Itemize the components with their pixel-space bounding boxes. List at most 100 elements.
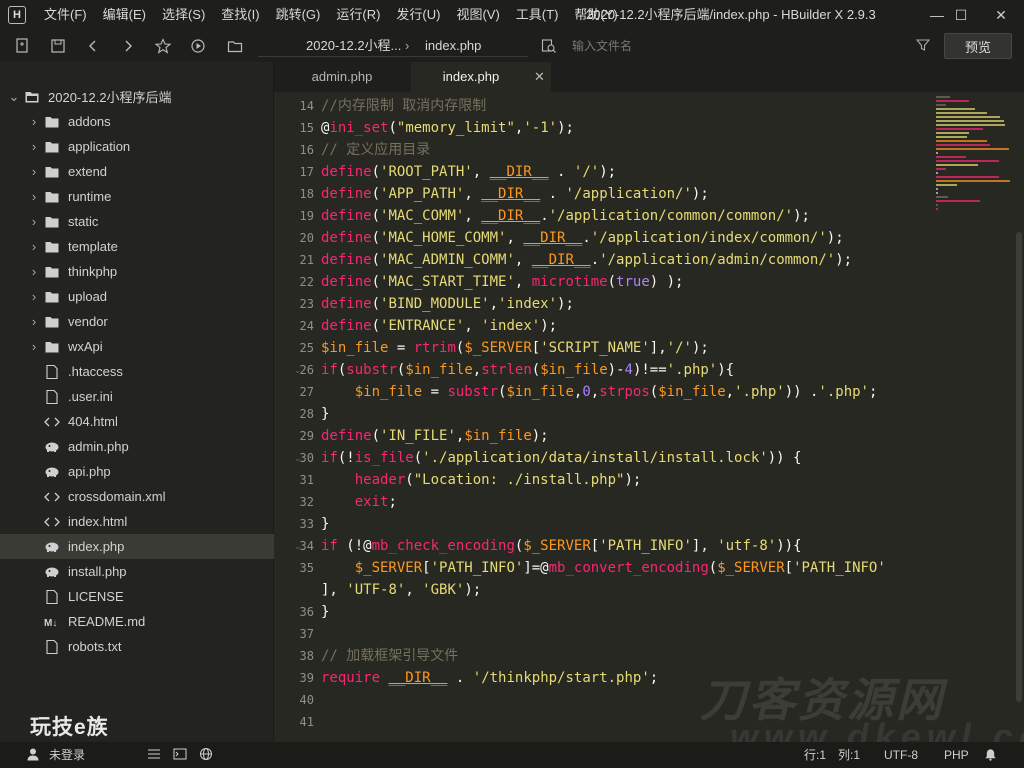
tree-folder-application[interactable]: › application — [0, 134, 301, 159]
code-line[interactable]: require __DIR__ . '/thinkphp/start.php'; — [321, 667, 658, 689]
tree-folder-template[interactable]: › template — [0, 234, 301, 259]
code-editor[interactable]: 14 15 16 17 18 19 20 21 22 23 24 25 26 ⌄ 27 28 29 30 ⌄ 31 32… — [274, 92, 1014, 742]
tree-folder-label: static — [68, 214, 99, 229]
tree-root[interactable]: ⌄ 2020-12.2小程序后端 — [0, 84, 281, 109]
tree-folder-wxApi[interactable]: › wxApi — [0, 334, 301, 359]
code-line[interactable]: define('MAC_START_TIME', microtime(true)… — [321, 271, 683, 293]
code-line[interactable]: $_SERVER['PATH_INFO']=@mb_convert_encodi… — [321, 557, 886, 579]
tree-file-index.php[interactable]: index.php — [0, 534, 317, 559]
line-number: 35 — [299, 561, 314, 575]
run-play-icon[interactable] — [186, 34, 210, 58]
bookmark-star-icon[interactable] — [151, 34, 175, 58]
minimap-line — [936, 144, 990, 146]
fold-toggle-icon[interactable]: ⌄ — [294, 447, 304, 469]
tree-file-install.php[interactable]: install.php — [0, 559, 317, 584]
chevron-right-icon: › — [31, 139, 37, 154]
filter-icon[interactable] — [915, 38, 931, 55]
cursor-column[interactable]: 列:1 — [838, 742, 860, 768]
menu-edit[interactable]: 编辑(E) — [95, 0, 154, 30]
code-line[interactable]: define('APP_PATH', __DIR__ . '/applicati… — [321, 183, 709, 205]
minimap[interactable] — [934, 96, 1014, 236]
chevron-right-icon: › — [31, 214, 37, 229]
code-line[interactable]: if (!@mb_check_encoding($_SERVER['PATH_I… — [321, 535, 802, 557]
breadcrumb-project[interactable]: 2020-12.2小程... — [306, 30, 401, 62]
login-status[interactable]: 未登录 — [49, 742, 85, 768]
terminal-icon[interactable] — [173, 742, 187, 768]
code-line[interactable]: //内存限制 取消内存限制 — [321, 95, 486, 117]
code-line[interactable]: define('MAC_HOME_COMM', __DIR__.'/applic… — [321, 227, 844, 249]
encoding-indicator[interactable]: UTF-8 — [884, 742, 918, 768]
tab-index-php[interactable]: index.php — [411, 62, 551, 92]
menu-run[interactable]: 运行(R) — [328, 0, 388, 30]
fold-toggle-icon[interactable]: ⌄ — [294, 359, 304, 381]
language-mode[interactable]: PHP — [944, 742, 969, 768]
close-tab-icon[interactable]: ✕ — [534, 62, 545, 92]
tree-file-404.html[interactable]: 404.html — [0, 409, 317, 434]
code-line[interactable]: header("Location: ./install.php"); — [321, 469, 642, 491]
globe-icon[interactable] — [199, 742, 213, 768]
menu-bar: 文件(F) 编辑(E) 选择(S) 查找(I) 跳转(G) 运行(R) 发行(U… — [36, 0, 626, 30]
new-file-icon[interactable] — [11, 34, 35, 58]
tree-file-.htaccess[interactable]: .htaccess — [0, 359, 317, 384]
tree-file-admin.php[interactable]: admin.php — [0, 434, 317, 459]
tree-folder-thinkphp[interactable]: › thinkphp — [0, 259, 301, 284]
notification-bell-icon[interactable] — [984, 742, 997, 768]
tree-folder-upload[interactable]: › upload — [0, 284, 301, 309]
back-icon[interactable] — [81, 34, 105, 58]
tree-folder-runtime[interactable]: › runtime — [0, 184, 301, 209]
vertical-scrollbar[interactable] — [1014, 92, 1024, 742]
tree-file-robots.txt[interactable]: robots.txt — [0, 634, 317, 659]
fold-toggle-icon[interactable]: ⌄ — [294, 535, 304, 557]
code-line[interactable]: define('IN_FILE',$in_file); — [321, 425, 549, 447]
code-line[interactable]: define('ROOT_PATH', __DIR__ . '/'); — [321, 161, 616, 183]
code-line[interactable]: $in_file = substr($in_file,0,strpos($in_… — [321, 381, 878, 403]
minimap-line — [936, 148, 1009, 150]
code-line[interactable]: $in_file = rtrim($_SERVER['SCRIPT_NAME']… — [321, 337, 709, 359]
breadcrumb-file[interactable]: index.php — [425, 30, 481, 62]
tree-file-crossdomain.xml[interactable]: crossdomain.xml — [0, 484, 317, 509]
menu-find[interactable]: 查找(I) — [213, 0, 267, 30]
tab-admin-php[interactable]: admin.php — [274, 62, 410, 92]
save-icon[interactable] — [46, 34, 70, 58]
code-line[interactable]: define('MAC_COMM', __DIR__.'/application… — [321, 205, 810, 227]
tree-file-.user.ini[interactable]: .user.ini — [0, 384, 317, 409]
code-line[interactable]: define('BIND_MODULE','index'); — [321, 293, 574, 315]
cursor-row[interactable]: 行:1 — [804, 742, 826, 768]
code-line[interactable]: ], 'UTF-8', 'GBK'); — [321, 579, 481, 601]
menu-tools[interactable]: 工具(T) — [508, 0, 567, 30]
close-window-button[interactable]: ✕ — [978, 0, 1024, 30]
menu-file[interactable]: 文件(F) — [36, 0, 95, 30]
code-line[interactable]: @ini_set("memory_limit",'-1'); — [321, 117, 574, 139]
scrollbar-thumb[interactable] — [1016, 232, 1022, 702]
code-line[interactable]: exit; — [321, 491, 397, 513]
code-line[interactable]: if(!is_file('./application/data/install/… — [321, 447, 801, 469]
code-line[interactable]: if(substr($in_file,strlen($in_file)-4)!=… — [321, 359, 734, 381]
menu-select[interactable]: 选择(S) — [154, 0, 213, 30]
forward-icon[interactable] — [116, 34, 140, 58]
code-line[interactable]: } — [321, 601, 329, 623]
tree-folder-vendor[interactable]: › vendor — [0, 309, 301, 334]
menu-view[interactable]: 视图(V) — [448, 0, 507, 30]
code-line[interactable]: define('ENTRANCE', 'index'); — [321, 315, 557, 337]
code-line[interactable]: // 加载框架引导文件 — [321, 645, 458, 667]
file-icon — [44, 589, 60, 605]
tree-file-LICENSE[interactable]: LICENSE — [0, 584, 317, 609]
tree-folder-static[interactable]: › static — [0, 209, 301, 234]
code-line[interactable]: // 定义应用目录 — [321, 139, 430, 161]
chevron-right-icon: › — [31, 164, 37, 179]
menu-publish[interactable]: 发行(U) — [388, 0, 448, 30]
code-line[interactable]: } — [321, 403, 329, 425]
code-line[interactable]: } — [321, 513, 329, 535]
user-avatar-icon[interactable] — [26, 742, 40, 768]
tree-file-index.html[interactable]: index.html — [0, 509, 317, 534]
tree-file-README.md[interactable]: M↓ README.md — [0, 609, 317, 634]
tree-folder-addons[interactable]: › addons — [0, 109, 301, 134]
file-search-input[interactable] — [538, 35, 938, 57]
outline-list-icon[interactable] — [147, 742, 161, 768]
tree-folder-extend[interactable]: › extend — [0, 159, 301, 184]
brand-watermark-logo: 玩技e族 — [30, 716, 109, 739]
tree-file-api.php[interactable]: api.php — [0, 459, 317, 484]
preview-button[interactable]: 预览 — [944, 33, 1012, 59]
menu-goto[interactable]: 跳转(G) — [268, 0, 329, 30]
code-line[interactable]: define('MAC_ADMIN_COMM', __DIR__.'/appli… — [321, 249, 852, 271]
